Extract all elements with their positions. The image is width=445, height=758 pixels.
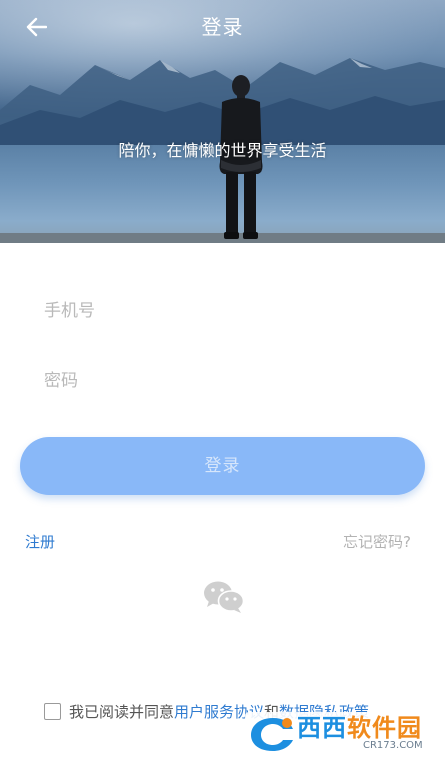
watermark-brand: 西西软件园 xyxy=(297,713,422,743)
agreement-prefix: 我已阅读并同意 xyxy=(69,702,175,721)
watermark-brand-part1: 西西 xyxy=(297,714,347,742)
page-title: 登录 xyxy=(201,15,244,39)
register-link[interactable]: 注册 xyxy=(25,531,55,553)
hero-banner: 登录 陪你，在慵懒的世界享受生活 xyxy=(0,0,445,243)
agreement-checkbox[interactable] xyxy=(44,702,61,720)
watermark-url: CR173.COM xyxy=(363,740,423,751)
forgot-password-link[interactable]: 忘记密码? xyxy=(343,531,411,553)
phone-input[interactable] xyxy=(44,291,404,331)
watermark-logo-icon xyxy=(251,718,293,751)
password-input[interactable] xyxy=(44,361,404,401)
site-watermark: 西西软件园 CR173.COM xyxy=(245,712,441,756)
hero-slogan: 陪你，在慵懒的世界享受生活 xyxy=(118,141,327,160)
wechat-login-button[interactable] xyxy=(203,580,245,614)
wechat-icon xyxy=(204,581,245,613)
login-button[interactable]: 登录 xyxy=(20,437,425,495)
watermark-brand-part2: 软件园 xyxy=(347,714,422,742)
